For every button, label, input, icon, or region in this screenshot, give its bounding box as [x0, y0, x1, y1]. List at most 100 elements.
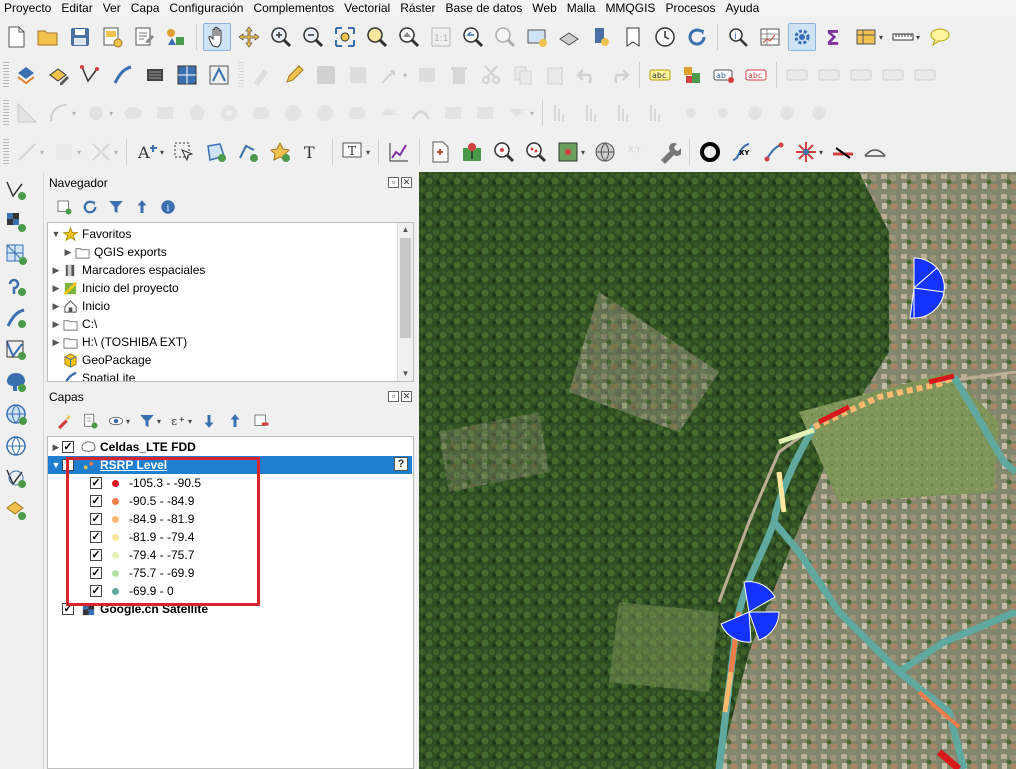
legend-item-checkbox[interactable]: ✓	[90, 567, 102, 579]
add-regular-polygon-icon[interactable]	[183, 99, 211, 127]
zoom-next-icon[interactable]	[491, 23, 519, 51]
highlight-labels-icon[interactable]: abc	[742, 61, 770, 89]
new-layer-icon[interactable]	[1, 496, 31, 524]
add-delimited-text-icon[interactable]	[1, 272, 31, 300]
redo-icon[interactable]	[605, 61, 633, 89]
current-edits-icon[interactable]	[13, 61, 41, 89]
copy-features-icon[interactable]	[509, 61, 537, 89]
style-manager-icon[interactable]	[162, 23, 190, 51]
ring-buffer-icon[interactable]	[696, 138, 724, 166]
locate-zoom-icon[interactable]	[490, 138, 518, 166]
add-polygon-feature-icon[interactable]	[202, 138, 230, 166]
nav-item-qgis-exports[interactable]: ▶ QGIS exports	[48, 243, 413, 261]
add-vector-layer-icon[interactable]	[1, 176, 31, 204]
zoom-last-icon[interactable]	[459, 23, 487, 51]
map-tips-icon[interactable]	[926, 23, 954, 51]
legend-item-checkbox[interactable]: ✓	[90, 477, 102, 489]
layout-manager-icon[interactable]	[130, 23, 158, 51]
cut-features-icon[interactable]	[477, 61, 505, 89]
new-3d-view-icon[interactable]	[555, 23, 583, 51]
collapse-all-icon[interactable]	[224, 410, 246, 432]
manage-visibility-icon[interactable]	[105, 410, 127, 432]
filter-legend-icon[interactable]	[136, 410, 158, 432]
menu-proyecto[interactable]: Proyecto	[0, 0, 56, 16]
help-icon[interactable]: ?	[394, 457, 408, 471]
rotate-label-icon[interactable]	[847, 61, 875, 89]
nav-item-geopackage[interactable]: GeoPackage	[48, 351, 413, 369]
nav-item-inicio[interactable]: ▶ Inicio	[48, 297, 413, 315]
save-edits-icon[interactable]	[312, 61, 340, 89]
label-abc-icon[interactable]: abc	[646, 61, 674, 89]
move-feature-icon[interactable]	[376, 61, 404, 89]
add-circular-string-icon[interactable]	[45, 99, 73, 127]
paste-features-icon[interactable]	[541, 61, 569, 89]
vertex-tool-icon[interactable]	[205, 61, 233, 89]
wrench-icon[interactable]	[655, 138, 683, 166]
delete-selected-icon[interactable]	[413, 61, 441, 89]
trash-icon[interactable]	[445, 61, 473, 89]
text-annotation-icon[interactable]: A	[133, 138, 161, 166]
legend-item[interactable]: ✓ -90.5 - -84.9	[48, 492, 413, 510]
legend-item-checkbox[interactable]: ✓	[90, 531, 102, 543]
fill-ring-icon[interactable]	[279, 99, 307, 127]
new-document-icon[interactable]	[426, 138, 454, 166]
move-label-icon[interactable]	[783, 61, 811, 89]
merge-features-icon[interactable]	[503, 99, 531, 127]
trim-extend-icon[interactable]	[645, 99, 673, 127]
xy-tool-icon[interactable]: X,Y	[623, 138, 651, 166]
profile-tool-icon[interactable]	[385, 138, 413, 166]
pin-labels-icon[interactable]: ab	[710, 61, 738, 89]
show-hide-labels-icon[interactable]	[815, 61, 843, 89]
select-features-icon[interactable]	[170, 138, 198, 166]
add-postgis-icon[interactable]	[1, 368, 31, 396]
edit-pencil-icon[interactable]	[280, 61, 308, 89]
clock-icon[interactable]	[651, 23, 679, 51]
globe-icon[interactable]	[591, 138, 619, 166]
layer-rsrp-level[interactable]: ▼ ✓ RSRP Level?	[48, 456, 412, 474]
nav-item-spatialite[interactable]: SpatiaLite	[48, 369, 413, 381]
xy-curve-icon[interactable]: XY	[728, 138, 756, 166]
nav-item-favoritos[interactable]: ▼ Favoritos	[48, 225, 413, 243]
menu-base-de-datos[interactable]: Base de datos	[441, 0, 528, 16]
temporal-controller-icon[interactable]	[587, 23, 615, 51]
map-frame-icon[interactable]	[554, 138, 582, 166]
move-diagram-icon[interactable]	[911, 61, 939, 89]
statistics-sigma-icon[interactable]: Σ	[820, 23, 848, 51]
expand-all-icon[interactable]	[198, 410, 220, 432]
layer-celdas-lte[interactable]: ▶ ✓ Celdas_LTE FDD	[48, 438, 413, 456]
line-node-icon[interactable]	[760, 138, 788, 166]
split-features-icon[interactable]	[439, 99, 467, 127]
legend-item[interactable]: ✓ -69.9 - 0	[48, 582, 413, 600]
menu-capa[interactable]: Capa	[126, 0, 165, 16]
menu-mmqgis[interactable]: MMQGIS	[600, 0, 660, 16]
add-raster-layer-icon[interactable]	[1, 208, 31, 236]
menu-editar[interactable]: Editar	[56, 0, 97, 16]
star-node-icon[interactable]	[792, 138, 820, 166]
legend-item-checkbox[interactable]: ✓	[90, 513, 102, 525]
layer-visibility-checkbox[interactable]: ✓	[62, 441, 74, 453]
open-attribute-table-icon[interactable]	[756, 23, 784, 51]
menu-configuracion[interactable]: Configuración	[164, 0, 248, 16]
zoom-red-dots-icon[interactable]	[522, 138, 550, 166]
open-layer-styling-icon[interactable]	[53, 410, 75, 432]
measure-area-icon[interactable]	[852, 23, 880, 51]
digitize-vertex-icon[interactable]	[77, 61, 105, 89]
zoom-to-selection-icon[interactable]	[363, 23, 391, 51]
show-bookmarks-icon[interactable]	[619, 23, 647, 51]
measure-bearing-icon[interactable]	[861, 138, 889, 166]
navigator-scrollbar[interactable]: ▲ ▼	[397, 223, 413, 381]
add-spatialite-icon[interactable]	[1, 304, 31, 332]
digitize-polygon-icon[interactable]	[173, 61, 201, 89]
undo-icon[interactable]	[573, 61, 601, 89]
map-canvas[interactable]	[419, 172, 1016, 769]
layer-google-satellite[interactable]: ✓ Google.cn Satellite	[48, 600, 413, 618]
reshape-features-icon[interactable]	[375, 99, 403, 127]
digitize-line-icon[interactable]	[141, 61, 169, 89]
pin-map-icon[interactable]	[458, 138, 486, 166]
add-ellipse-icon[interactable]	[119, 99, 147, 127]
add-group-icon[interactable]	[79, 410, 101, 432]
add-wcs-layer-icon[interactable]	[1, 464, 31, 492]
menu-ayuda[interactable]: Ayuda	[720, 0, 764, 16]
open-project-icon[interactable]	[34, 23, 62, 51]
legend-item[interactable]: ✓ -105.3 - -90.5	[48, 474, 413, 492]
